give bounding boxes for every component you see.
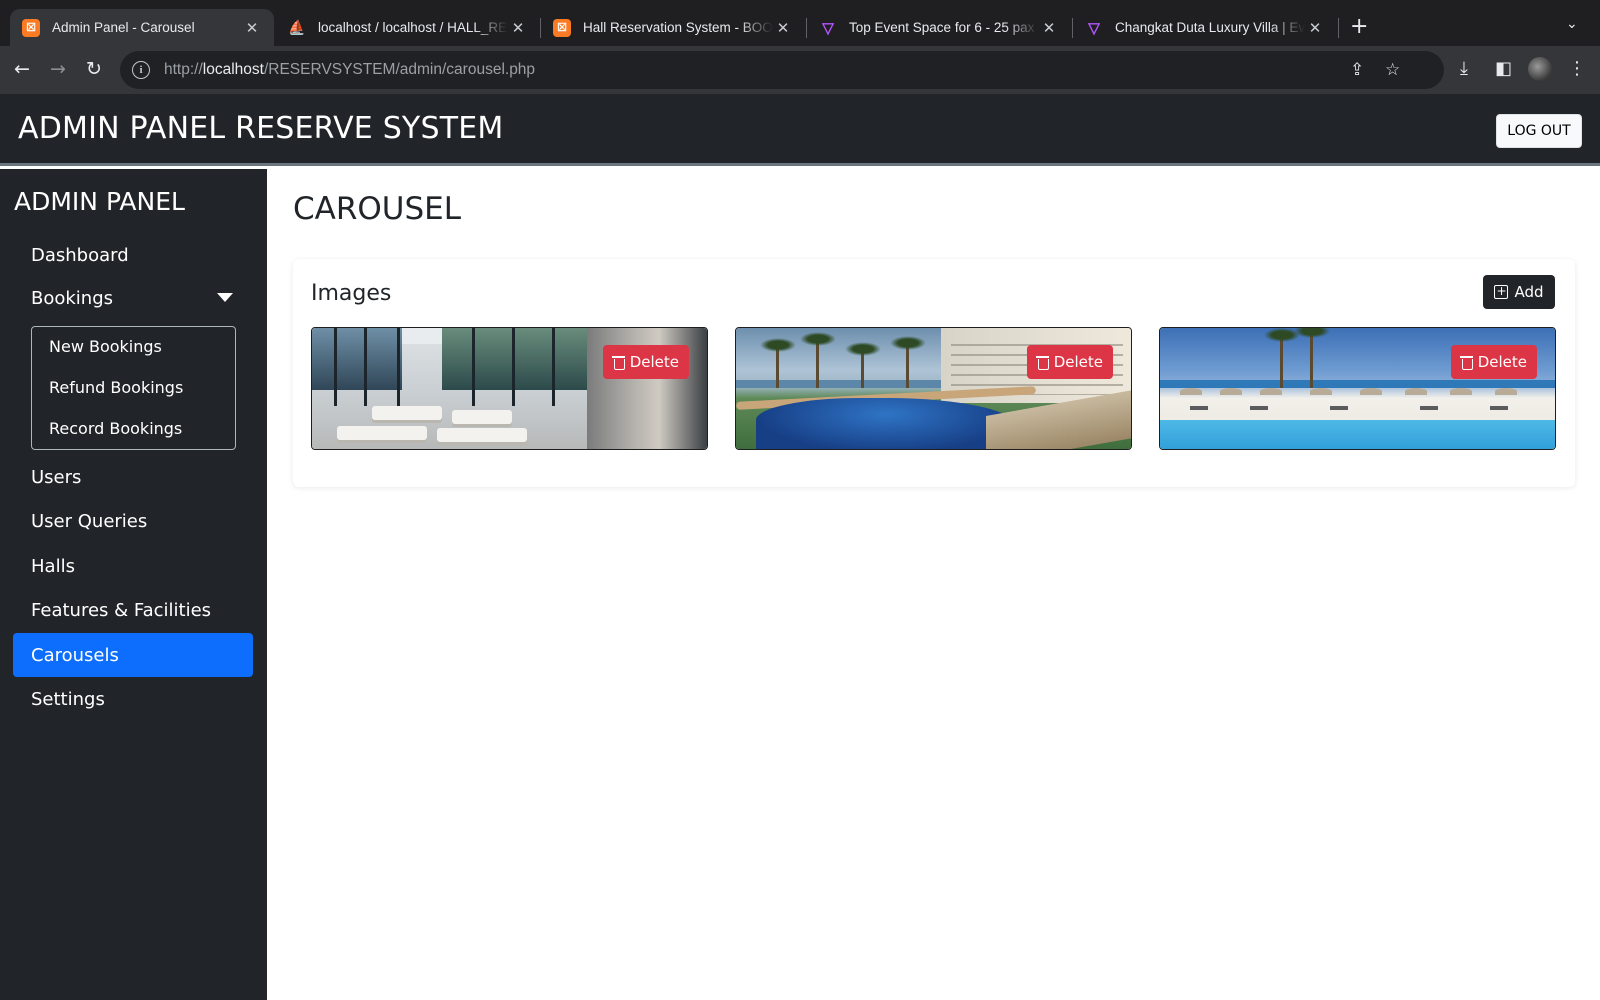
app-header: ADMIN PANEL RESERVE SYSTEM LOG OUT: [0, 94, 1600, 166]
sidebar-item-label: Halls: [31, 555, 75, 577]
tab-title: localhost / localhost / HALL_RESERVATION: [318, 20, 508, 35]
sidebar-item-label: Bookings: [31, 287, 114, 309]
sidebar-item-features-facilities[interactable]: Features & Facilities: [13, 588, 253, 632]
delete-label: Delete: [1477, 353, 1527, 371]
close-icon[interactable]: ✕: [773, 19, 793, 37]
delete-button[interactable]: Delete: [1450, 345, 1537, 379]
card-title: Images: [311, 281, 392, 306]
address-bar[interactable]: i http://localhost/RESERVSYSTEM/admin/ca…: [120, 51, 1444, 89]
site-info-icon[interactable]: i: [132, 61, 150, 79]
page-title: CAROUSEL: [293, 191, 462, 227]
sidebar-item-settings[interactable]: Settings: [13, 677, 253, 721]
sidebar-title: ADMIN PANEL: [14, 187, 185, 216]
new-tab-button[interactable]: +: [1350, 14, 1368, 40]
tag-icon: ▽: [822, 19, 834, 37]
close-icon[interactable]: ✕: [1039, 19, 1059, 37]
back-arrow-icon[interactable]: ←: [14, 58, 30, 80]
phpmyadmin-icon: ⛵: [288, 19, 306, 35]
delete-button[interactable]: Delete: [1026, 345, 1113, 379]
xampp-icon: ☒: [553, 18, 571, 37]
app-title: ADMIN PANEL RESERVE SYSTEM: [18, 111, 504, 146]
plus-square-icon: +: [1494, 284, 1509, 299]
tag-icon: ▽: [1088, 19, 1100, 37]
xampp-icon: ☒: [22, 18, 40, 37]
tab-separator: [1338, 18, 1339, 38]
close-icon[interactable]: ✕: [242, 19, 262, 37]
tab-phpmyadmin[interactable]: ⛵ localhost / localhost / HALL_RESERVATI…: [276, 9, 540, 46]
tab-title: Changkat Duta Luxury Villa | Event Space: [1115, 20, 1305, 35]
sidebar-subitem-refund-bookings[interactable]: Refund Bookings: [49, 378, 183, 397]
tab-title: Admin Panel - Carousel: [52, 20, 195, 35]
sidebar-item-label: Dashboard: [31, 244, 129, 266]
add-image-button[interactable]: + Add: [1483, 275, 1555, 309]
sidebar-item-label: Users: [31, 466, 82, 488]
sidebar-item-carousels[interactable]: Carousels: [13, 633, 253, 677]
side-panel-icon[interactable]: ◧: [1495, 58, 1512, 79]
trash-icon: [1459, 355, 1473, 370]
download-icon[interactable]: ⤓: [1460, 58, 1468, 79]
sidebar-subitem-new-bookings[interactable]: New Bookings: [49, 337, 162, 356]
sidebar-item-dashboard[interactable]: Dashboard: [13, 233, 253, 277]
sidebar: ADMIN PANEL Dashboard Bookings New Booki…: [0, 169, 267, 1000]
tab-search-icon[interactable]: ⌄: [1566, 16, 1578, 32]
tab-hall-reservation[interactable]: ☒ Hall Reservation System - BOOKINGS ✕: [541, 9, 805, 46]
tab-top-event-space[interactable]: ▽ Top Event Space for 6 - 25 pax ✕: [807, 9, 1071, 46]
url-path: /RESERVSYSTEM/admin/carousel.php: [263, 61, 536, 78]
star-bookmark-icon[interactable]: ☆: [1385, 60, 1400, 80]
close-icon[interactable]: ✕: [508, 19, 528, 37]
browser-toolbar: ← → ↻ i http://localhost/RESERVSYSTEM/ad…: [0, 46, 1600, 94]
logout-button[interactable]: LOG OUT: [1496, 114, 1582, 148]
sidebar-item-label: Carousels: [31, 644, 119, 666]
carousel-image-3: Delete: [1159, 327, 1556, 450]
share-icon[interactable]: ⇪: [1350, 60, 1364, 80]
delete-label: Delete: [1053, 353, 1103, 371]
url-scheme: http://: [164, 61, 203, 78]
url-host: localhost: [202, 61, 264, 78]
bookings-submenu: New Bookings Refund Bookings Record Book…: [31, 326, 236, 450]
sidebar-item-bookings[interactable]: Bookings: [13, 276, 253, 320]
sidebar-item-label: Settings: [31, 688, 105, 710]
trash-icon: [1035, 355, 1049, 370]
sidebar-item-halls[interactable]: Halls: [13, 544, 253, 588]
trash-icon: [611, 355, 625, 370]
images-card: Images + Add Delete Delete Delete: [293, 259, 1575, 487]
close-icon[interactable]: ✕: [1305, 19, 1325, 37]
carousel-image-2: Delete: [735, 327, 1132, 450]
tab-title: Hall Reservation System - BOOKINGS: [583, 20, 773, 35]
tab-title: Top Event Space for 6 - 25 pax: [849, 20, 1035, 35]
more-menu-icon[interactable]: ⋮: [1568, 58, 1586, 79]
sidebar-item-user-queries[interactable]: User Queries: [13, 499, 253, 543]
add-button-label: Add: [1514, 283, 1544, 301]
caret-down-icon[interactable]: [217, 293, 233, 302]
sidebar-subitem-record-bookings[interactable]: Record Bookings: [49, 419, 182, 438]
reload-icon[interactable]: ↻: [86, 58, 102, 80]
sidebar-item-label: Features & Facilities: [31, 599, 212, 621]
carousel-image-1: Delete: [311, 327, 708, 450]
tab-admin-panel-carousel[interactable]: ☒ Admin Panel - Carousel ✕: [10, 9, 274, 46]
delete-label: Delete: [629, 353, 679, 371]
sidebar-item-label: User Queries: [31, 510, 148, 532]
forward-arrow-icon[interactable]: →: [50, 58, 66, 80]
sidebar-item-users[interactable]: Users: [13, 455, 253, 499]
url-text[interactable]: http://localhost/RESERVSYSTEM/admin/caro…: [164, 61, 535, 79]
profile-avatar[interactable]: [1528, 57, 1552, 81]
tab-changkat-duta[interactable]: ▽ Changkat Duta Luxury Villa | Event Spa…: [1073, 9, 1337, 46]
delete-button[interactable]: Delete: [602, 345, 689, 379]
main-content: CAROUSEL Images + Add Delete Delete Dele…: [267, 169, 1600, 1000]
